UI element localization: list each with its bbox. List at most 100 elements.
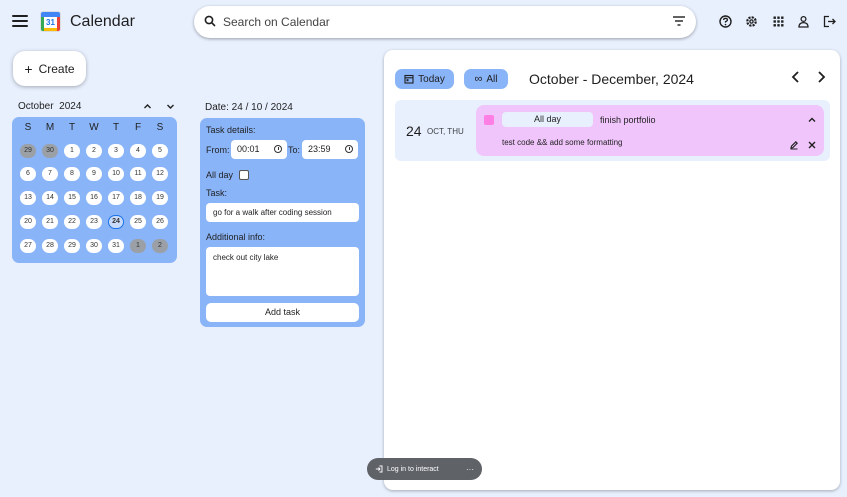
clock-icon (345, 145, 353, 153)
login-toast-label: Log in to interact (387, 465, 439, 473)
help-icon[interactable] (719, 15, 732, 28)
calendar-day[interactable]: 28 (42, 239, 58, 253)
weekday-label: W (89, 122, 99, 133)
calendar-day-other-month[interactable]: 1 (130, 239, 146, 253)
calendar-day[interactable]: 25 (130, 215, 146, 229)
calendar-day[interactable]: 3 (108, 144, 124, 158)
calendar-day[interactable]: 18 (130, 191, 146, 205)
create-button[interactable]: + Create (13, 51, 86, 86)
weekday-label: S (24, 122, 32, 133)
calendar-day-other-month[interactable]: 29 (20, 144, 36, 158)
chevron-down-icon[interactable] (166, 102, 175, 111)
weekday-label: T (112, 122, 120, 133)
search-input[interactable] (223, 13, 643, 31)
calendar-day-other-month[interactable]: 30 (42, 144, 58, 158)
today-button[interactable]: Today (395, 69, 454, 89)
calendar-day[interactable]: 12 (152, 167, 168, 181)
calendar-icon (404, 74, 414, 84)
more-icon[interactable]: ··· (466, 465, 474, 474)
task-input[interactable]: go for a walk after coding session (206, 203, 359, 222)
all-day-label: All day (206, 170, 234, 180)
task-details-label: Task details: (206, 125, 256, 135)
calendar-day[interactable]: 6 (20, 167, 36, 181)
today-label: Today (418, 73, 445, 85)
schedule-panel: Today ∞ All October - December, 2024 24 … (384, 50, 840, 490)
settings-icon[interactable] (745, 15, 758, 28)
event-all-day-badge: All day (502, 112, 593, 127)
calendar-day[interactable]: 17 (108, 191, 124, 205)
calendar-day[interactable]: 27 (20, 239, 36, 253)
mini-calendar-year: 2024 (59, 101, 82, 112)
calendar-day[interactable]: 8 (64, 167, 80, 181)
from-time-input[interactable]: 00:01 (231, 140, 287, 159)
chevron-right-icon[interactable] (815, 70, 827, 84)
calendar-day[interactable]: 4 (130, 144, 146, 158)
event-description: test code && add some formatting (502, 138, 623, 147)
calendar-day[interactable]: 1 (64, 144, 80, 158)
from-label: From: (206, 145, 230, 155)
calendar-day[interactable]: 20 (20, 215, 36, 229)
calendar-day[interactable]: 30 (86, 239, 102, 253)
calendar-day[interactable]: 10 (108, 167, 124, 181)
calendar-day[interactable]: 26 (152, 215, 168, 229)
calendar-day[interactable]: 31 (108, 239, 124, 253)
event-day-number: 24 (406, 123, 422, 139)
chevron-left-icon[interactable] (790, 70, 802, 84)
mini-calendar-month: October (18, 101, 54, 112)
apps-icon[interactable] (772, 15, 785, 28)
weekday-label: F (134, 122, 142, 133)
calendar-day[interactable]: 15 (64, 191, 80, 205)
weekday-label: S (156, 122, 164, 133)
event-day-row: 24 OCT, THU All day finish portfolio tes… (395, 100, 830, 161)
calendar-day[interactable]: 19 (152, 191, 168, 205)
plus-icon: + (24, 60, 33, 77)
from-time-value: 00:01 (237, 144, 260, 154)
login-icon (375, 465, 383, 473)
search-bar[interactable] (194, 6, 696, 38)
calendar-day[interactable]: 21 (42, 215, 58, 229)
calendar-day[interactable]: 5 (152, 144, 168, 158)
account-icon[interactable] (797, 15, 810, 28)
calendar-logo-icon: 31 (40, 11, 61, 32)
calendar-day[interactable]: 7 (42, 167, 58, 181)
to-time-value: 23:59 (308, 144, 331, 154)
calendar-day[interactable]: 2 (86, 144, 102, 158)
mini-calendar-header: October 2024 (18, 101, 81, 112)
logo-number: 31 (46, 18, 55, 27)
calendar-day[interactable]: 29 (64, 239, 80, 253)
weekday-label: T (68, 122, 76, 133)
close-icon[interactable] (807, 140, 817, 150)
create-label: Create (38, 61, 75, 76)
clock-icon (274, 145, 282, 153)
menu-icon[interactable] (12, 13, 28, 29)
event-color-swatch (484, 115, 494, 125)
app-title: Calendar (70, 13, 135, 30)
calendar-day[interactable]: 23 (86, 215, 102, 229)
calendar-day[interactable]: 9 (86, 167, 102, 181)
edit-icon[interactable] (789, 140, 799, 150)
additional-info-textarea[interactable]: check out city lake (206, 247, 359, 296)
event-card[interactable]: All day finish portfolio test code && ad… (476, 105, 824, 156)
event-title: finish portfolio (600, 115, 656, 125)
search-icon (204, 15, 216, 27)
all-day-checkbox[interactable] (239, 170, 249, 180)
logout-icon[interactable] (823, 15, 836, 28)
calendar-day[interactable]: 16 (86, 191, 102, 205)
calendar-day[interactable]: 14 (42, 191, 58, 205)
calendar-day[interactable]: 13 (20, 191, 36, 205)
add-task-button[interactable]: Add task (206, 303, 359, 322)
calendar-day[interactable]: 11 (130, 167, 146, 181)
selected-date-label: Date: 24 / 10 / 2024 (205, 102, 293, 113)
date-range-title: October - December, 2024 (529, 71, 694, 87)
filter-icon[interactable] (672, 15, 686, 27)
calendar-day-other-month[interactable]: 2 (152, 239, 168, 253)
chevron-up-icon[interactable] (807, 115, 817, 125)
weekday-label: M (45, 122, 55, 133)
to-time-input[interactable]: 23:59 (302, 140, 358, 159)
login-toast[interactable]: Log in to interact ··· (367, 458, 482, 480)
calendar-day-today[interactable]: 24 (108, 215, 124, 229)
calendar-day[interactable]: 22 (64, 215, 80, 229)
all-button[interactable]: ∞ All (464, 69, 508, 89)
additional-info-label: Additional info: (206, 232, 266, 242)
chevron-up-icon[interactable] (143, 102, 152, 111)
